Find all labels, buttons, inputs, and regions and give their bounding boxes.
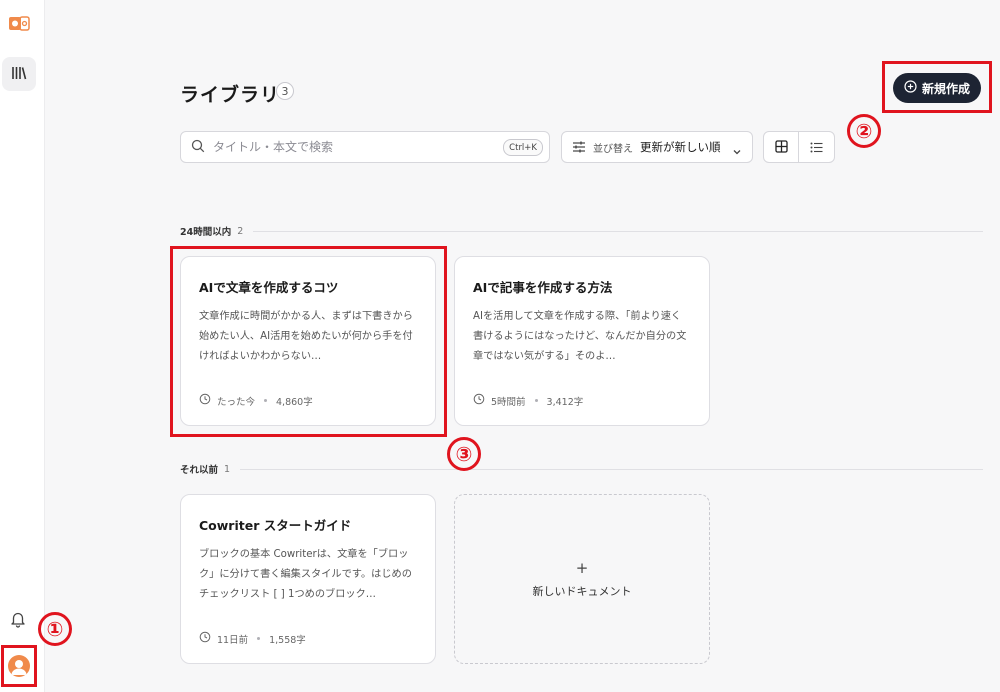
new-button-highlight-box: 新規作成 (882, 61, 992, 113)
card-time: 5時間前 (491, 396, 526, 408)
sort-value: 更新が新しい順 (640, 140, 721, 154)
new-document-label: 新しいドキュメント (532, 585, 632, 598)
meta-separator (264, 399, 268, 402)
card-meta: 5時間前 3,412字 (473, 393, 583, 408)
clock-icon (473, 393, 485, 408)
step-marker-1: ① (38, 612, 72, 646)
user-avatar-icon[interactable] (8, 655, 30, 677)
meta-separator (257, 637, 261, 640)
search-shortcut-hint: Ctrl+K (503, 139, 543, 156)
section-title: 24時間以内 (180, 227, 232, 238)
sort-dropdown[interactable]: 並び替え 更新が新しい順 (561, 131, 753, 163)
grid-view-button[interactable] (764, 132, 800, 162)
section-header-older: それ以前 1 (180, 462, 983, 476)
document-card[interactable]: AIで記事を作成する方法 AIを活用して文章を作成する際、「前より速く書けるよう… (454, 256, 710, 426)
card-time: 11日前 (217, 634, 249, 646)
list-view-button[interactable] (799, 132, 834, 162)
card-char-count: 3,412字 (546, 396, 584, 408)
card-time: たった今 (217, 396, 256, 408)
step-marker-2: ② (847, 114, 881, 148)
chevron-down-icon (732, 142, 742, 161)
new-document-card[interactable]: + 新しいドキュメント (454, 494, 710, 664)
document-card[interactable]: AIで文章を作成するコツ 文章作成に時間がかかる人、まずは下書きから始めたい人、… (180, 256, 436, 426)
section-count: 2 (237, 225, 244, 237)
section-header-recent: 24時間以内 2 (180, 224, 983, 238)
search-icon (191, 138, 205, 157)
card-title: AIで記事を作成する方法 (473, 280, 613, 295)
bell-icon[interactable] (9, 610, 27, 628)
list-icon (810, 138, 823, 157)
meta-separator (534, 399, 538, 402)
card-excerpt: 文章作成に時間がかかる人、まずは下書きから始めたい人、AI活用を始めたいが何から… (199, 311, 413, 362)
step-marker-3: ③ (447, 437, 481, 471)
section-divider (253, 230, 983, 232)
cowriter-logo-icon[interactable] (8, 14, 30, 34)
section-count: 1 (224, 463, 231, 475)
sort-sliders-icon (572, 138, 586, 157)
new-button-label: 新規作成 (921, 81, 970, 96)
library-icon (11, 65, 27, 84)
clock-icon (199, 393, 211, 408)
card-char-count: 4,860字 (276, 396, 313, 408)
card-excerpt: AIを活用して文章を作成する際、「前より速く書けるようにはなったけど、なんだか自… (473, 311, 687, 362)
plus-circle-icon (904, 80, 917, 96)
document-card[interactable]: Cowriter スタートガイド ブロックの基本 Cowriterは、文章を「ブ… (180, 494, 436, 664)
plus-icon: + (575, 559, 589, 577)
new-document-button[interactable]: 新規作成 (893, 73, 981, 103)
clock-icon (199, 631, 211, 646)
sidebar (0, 0, 45, 692)
search-input[interactable] (213, 140, 493, 154)
section-divider (240, 468, 983, 470)
card-excerpt: ブロックの基本 Cowriterは、文章を「ブロック」に分けて書く編集スタイルで… (199, 549, 412, 600)
library-button[interactable] (2, 57, 36, 91)
sort-label: 並び替え (593, 143, 633, 155)
avatar-highlight-box (1, 645, 37, 687)
library-count-badge: 3 (276, 82, 294, 100)
search-box[interactable]: Ctrl+K (180, 131, 550, 163)
card-title: Cowriter スタートガイド (199, 518, 352, 533)
card-meta: たった今 4,860字 (199, 393, 313, 408)
page-title: ライブラリ (180, 84, 281, 106)
view-toggle (763, 131, 835, 163)
card-char-count: 1,558字 (269, 634, 306, 646)
card-meta: 11日前 1,558字 (199, 631, 306, 646)
section-title: それ以前 (180, 465, 219, 476)
card-title: AIで文章を作成するコツ (199, 280, 339, 295)
grid-icon (774, 138, 788, 157)
